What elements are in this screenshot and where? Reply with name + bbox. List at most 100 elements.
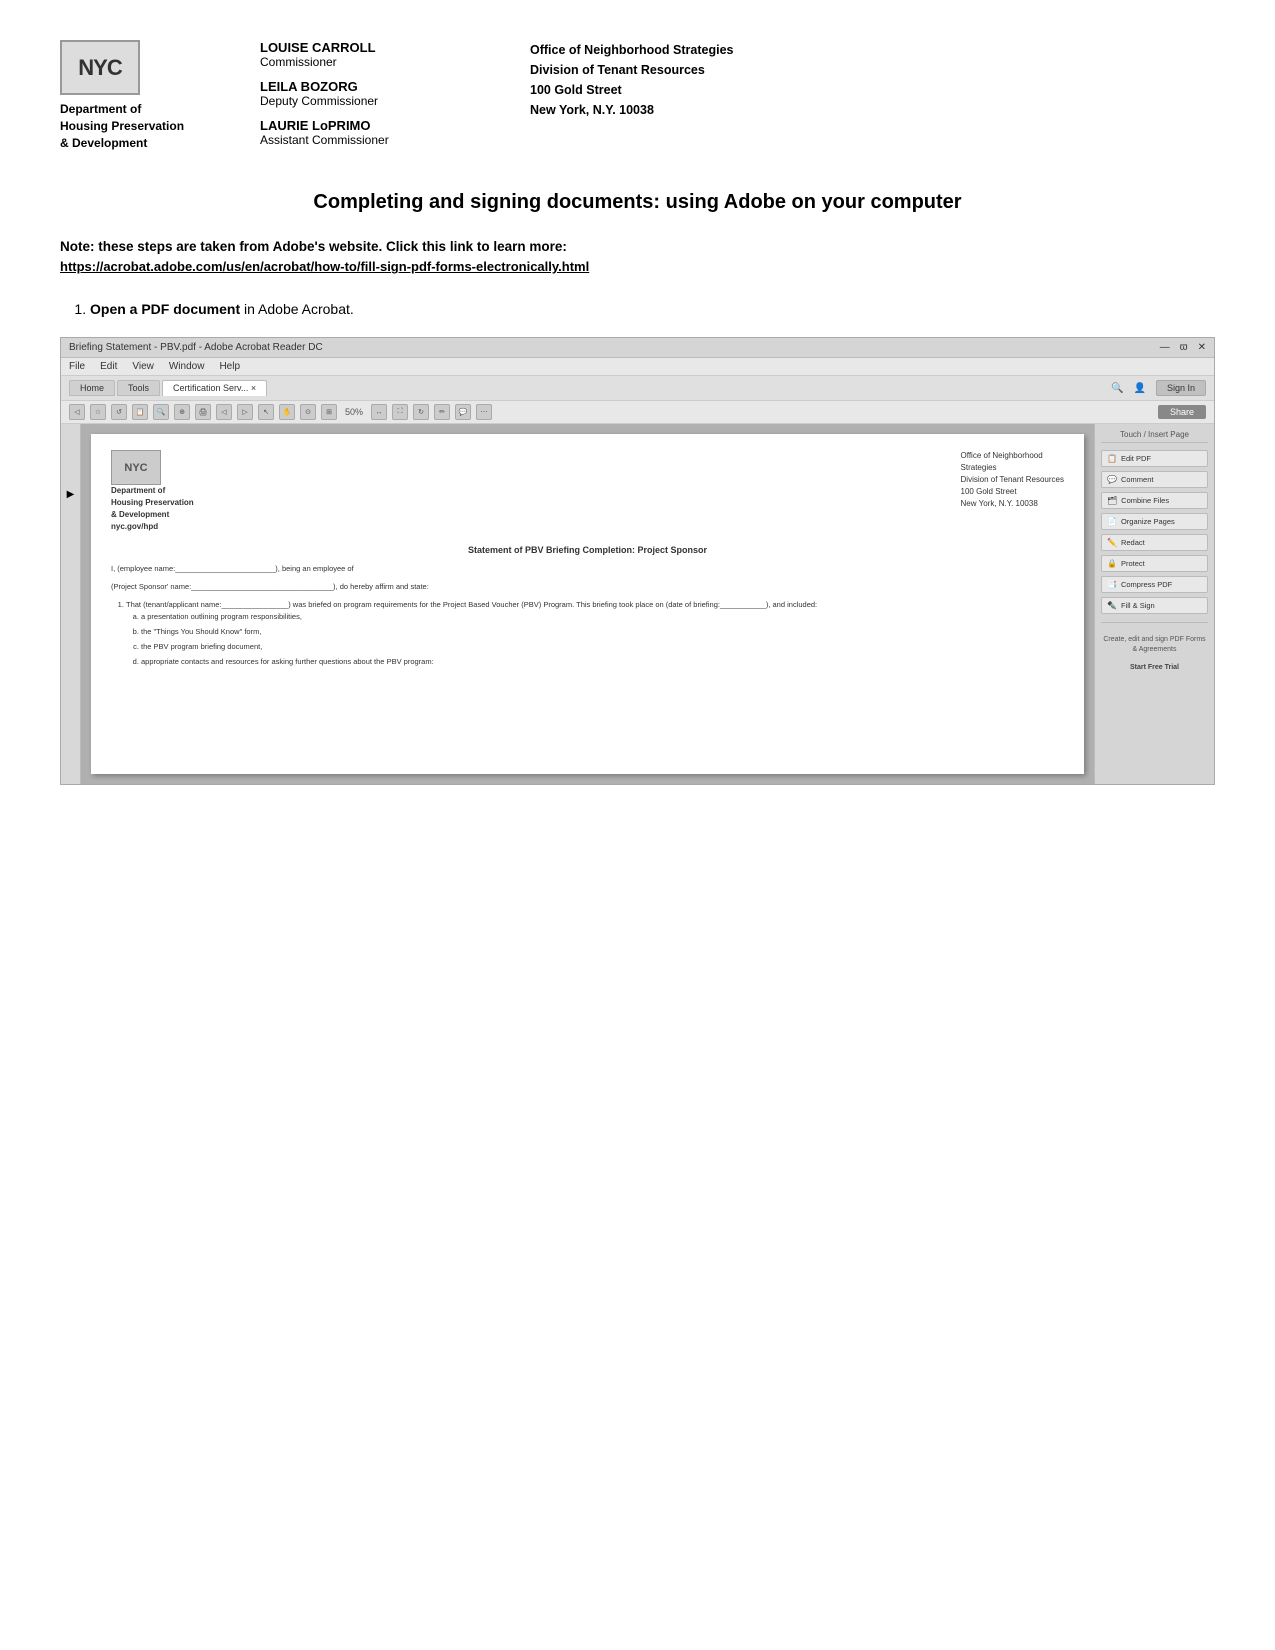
pdf-page: NYC Department ofHousing Preservation& D… <box>91 434 1084 774</box>
officials-section: LOUISE CARROLL Commissioner LEILA BOZORG… <box>260 40 490 151</box>
search-icon[interactable]: 🔍 <box>1111 383 1123 394</box>
office-line3: 100 Gold Street <box>530 83 622 97</box>
page-title: Completing and signing documents: using … <box>60 191 1215 214</box>
edit-icon[interactable]: ✏ <box>434 404 450 420</box>
official-3-title: Assistant Commissioner <box>260 133 490 147</box>
copy-icon[interactable]: 📋 <box>132 404 148 420</box>
panel-organize[interactable]: 📄 Organize Pages <box>1101 513 1208 530</box>
compress-icon: 📑 <box>1107 580 1117 589</box>
menu-view[interactable]: View <box>132 361 154 372</box>
page-header: NYC Department ofHousing Preservation& D… <box>60 40 1215 151</box>
adobe-mockup: Briefing Statement - PBV.pdf - Adobe Acr… <box>60 337 1215 785</box>
hand-icon[interactable]: ✋ <box>279 404 295 420</box>
note-section: Note: these steps are taken from Adobe's… <box>60 239 1215 276</box>
pdf-body-line1: I, (employee name:______________________… <box>111 563 1064 575</box>
tab-certification[interactable]: Certification Serv... × <box>162 380 267 396</box>
organize-icon: 📄 <box>1107 517 1117 526</box>
zoom-icon[interactable]: ⊕ <box>174 404 190 420</box>
pdf-sub-item-a: a presentation outlining program respons… <box>141 611 1064 622</box>
steps-list: Open a PDF document in Adobe Acrobat. <box>90 301 1215 317</box>
panel-protect[interactable]: 🔒 Protect <box>1101 555 1208 572</box>
panel-nav-label: Touch / Insert Page <box>1101 430 1208 443</box>
search-small-icon[interactable]: 🔍 <box>153 404 169 420</box>
pdf-list-item-1: That (tenant/applicant name:____________… <box>126 599 1064 667</box>
note-text: Note: these steps are taken from Adobe's… <box>60 239 1215 254</box>
panel-edit-pdf[interactable]: 📋 Edit PDF <box>1101 450 1208 467</box>
comment-icon[interactable]: 💬 <box>455 404 471 420</box>
nyc-logo: NYC <box>60 40 140 95</box>
panel-combine[interactable]: 🗂 Combine Files <box>1101 492 1208 509</box>
adobe-menubar[interactable]: File Edit View Window Help <box>61 358 1214 376</box>
official-2-title: Deputy Commissioner <box>260 94 490 108</box>
fill-sign-icon: ✒️ <box>1107 601 1117 610</box>
pdf-sub-list: a presentation outlining program respons… <box>141 611 1064 668</box>
pdf-office-info: Office of NeighborhoodStrategiesDivision… <box>961 450 1064 510</box>
official-2: LEILA BOZORG Deputy Commissioner <box>260 79 490 108</box>
print-icon[interactable]: 🖨 <box>195 404 211 420</box>
close-icon[interactable]: ✕ <box>1198 342 1206 353</box>
pdf-dept: Department ofHousing Preservation& Devel… <box>111 485 194 533</box>
toolbar-tabs[interactable]: Home Tools Certification Serv... × <box>69 380 267 396</box>
pdf-body: I, (employee name:______________________… <box>111 563 1064 667</box>
note-link[interactable]: https://acrobat.adobe.com/us/en/acrobat/… <box>60 259 589 274</box>
minimize-icon[interactable]: — <box>1160 342 1170 353</box>
refresh-icon[interactable]: ↺ <box>111 404 127 420</box>
office-section: Office of Neighborhood Strategies Divisi… <box>530 40 734 120</box>
office-line2: Division of Tenant Resources <box>530 63 705 77</box>
arrow2-icon[interactable]: ▷ <box>237 404 253 420</box>
adobe-content: NYC Department ofHousing Preservation& D… <box>81 424 1094 784</box>
rotate-icon[interactable]: ↻ <box>413 404 429 420</box>
logo-text: NYC <box>78 55 121 81</box>
tab-home[interactable]: Home <box>69 380 115 396</box>
circle-icon[interactable]: ⊙ <box>300 404 316 420</box>
nav-back-icon[interactable]: ◁ <box>69 404 85 420</box>
official-3: LAURIE LoPRIMO Assistant Commissioner <box>260 118 490 147</box>
left-nav-arrow[interactable]: ▶ <box>67 489 75 500</box>
arrow1-icon[interactable]: ◁ <box>216 404 232 420</box>
panel-divider <box>1101 622 1208 623</box>
menu-help[interactable]: Help <box>219 361 240 372</box>
redact-icon: ✏️ <box>1107 538 1117 547</box>
official-1: LOUISE CARROLL Commissioner <box>260 40 490 69</box>
pdf-sub-item-b: the "Things You Should Know" form, <box>141 626 1064 637</box>
adobe-titlebar: Briefing Statement - PBV.pdf - Adobe Acr… <box>61 338 1214 358</box>
panel-compress[interactable]: 📑 Compress PDF <box>1101 576 1208 593</box>
star-icon[interactable]: ☆ <box>90 404 106 420</box>
menu-edit[interactable]: Edit <box>100 361 117 372</box>
panel-comment[interactable]: 💬 Comment <box>1101 471 1208 488</box>
step-1-suffix: in Adobe Acrobat. <box>240 301 354 317</box>
fullscreen-icon[interactable]: ⛶ <box>392 404 408 420</box>
adobe-toolbar[interactable]: Home Tools Certification Serv... × 🔍 👤 S… <box>61 376 1214 401</box>
pdf-logo: NYC <box>111 450 161 485</box>
office-line4: New York, N.Y. 10038 <box>530 103 654 117</box>
more-icon[interactable]: ⋯ <box>476 404 492 420</box>
adobe-right-panel: Touch / Insert Page 📋 Edit PDF 💬 Comment… <box>1094 424 1214 784</box>
maximize-icon[interactable]: ϖ <box>1180 342 1188 353</box>
titlebar-title: Briefing Statement - PBV.pdf - Adobe Acr… <box>69 342 323 353</box>
office-line1: Office of Neighborhood Strategies <box>530 43 734 57</box>
adobe-icons-row[interactable]: ◁ ☆ ↺ 📋 🔍 ⊕ 🖨 ◁ ▷ ↖ ✋ ⊙ ⊞ 50% ↔ ⛶ ↻ ✏ 💬 … <box>61 401 1214 424</box>
adobe-body: ▶ NYC Department ofHousing Preservation&… <box>61 424 1214 784</box>
titlebar-controls[interactable]: — ϖ ✕ <box>1160 342 1206 353</box>
adobe-left-nav: ▶ <box>61 424 81 784</box>
grid-icon[interactable]: ⊞ <box>321 404 337 420</box>
panel-fill-sign[interactable]: ✒️ Fill & Sign <box>1101 597 1208 614</box>
share-button[interactable]: Share <box>1158 405 1206 419</box>
pdf-page-header: NYC Department ofHousing Preservation& D… <box>111 450 1064 533</box>
menu-window[interactable]: Window <box>169 361 205 372</box>
panel-redact[interactable]: ✏️ Redact <box>1101 534 1208 551</box>
menu-file[interactable]: File <box>69 361 85 372</box>
select-icon[interactable]: ↖ <box>258 404 274 420</box>
edit-pdf-icon: 📋 <box>1107 454 1117 463</box>
official-1-title: Commissioner <box>260 55 490 69</box>
step-1-bold: Open a PDF document <box>90 301 240 317</box>
pdf-main-list: That (tenant/applicant name:____________… <box>126 599 1064 667</box>
step-1: Open a PDF document in Adobe Acrobat. <box>90 301 1215 317</box>
comment-panel-icon: 💬 <box>1107 475 1117 484</box>
combine-icon: 🗂 <box>1107 496 1117 505</box>
tab-tools[interactable]: Tools <box>117 380 160 396</box>
sign-in-button[interactable]: Sign In <box>1156 380 1206 396</box>
fit-icon[interactable]: ↔ <box>371 404 387 420</box>
user-icon[interactable]: 👤 <box>1134 383 1146 394</box>
panel-footer-2[interactable]: Start Free Trial <box>1101 663 1208 673</box>
